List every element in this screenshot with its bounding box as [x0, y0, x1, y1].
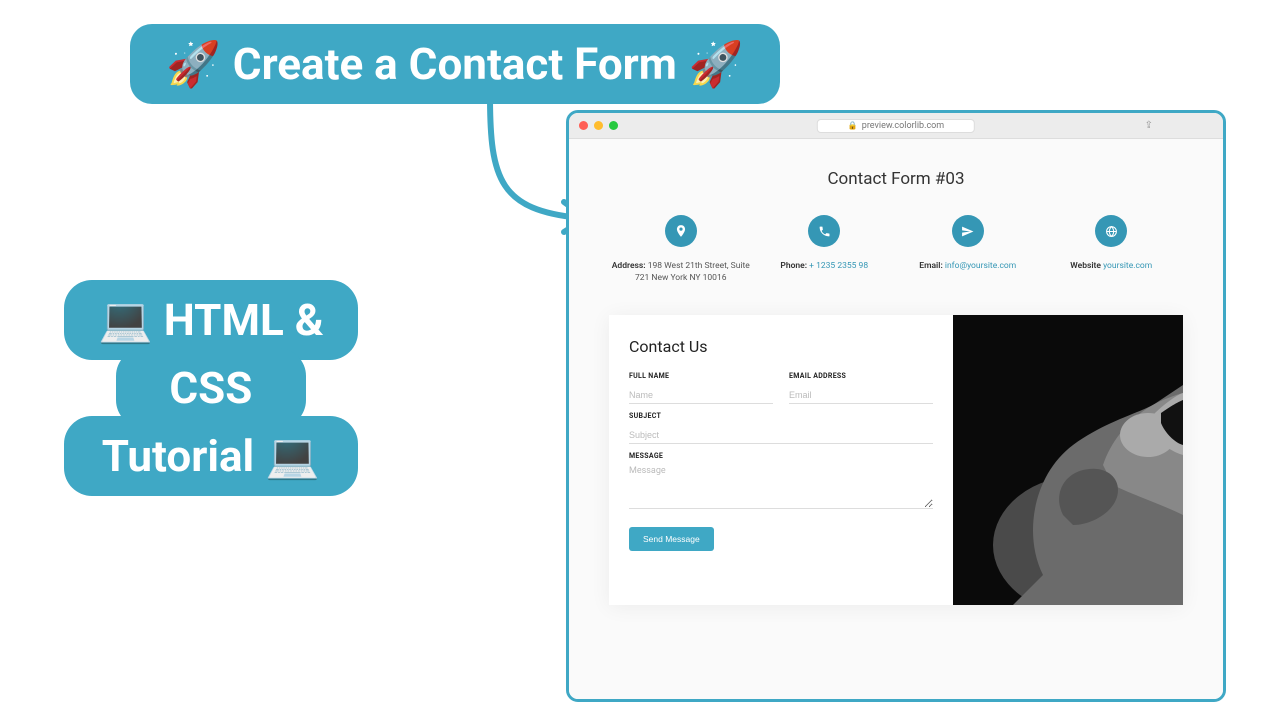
form-title: Contact Us — [629, 337, 933, 356]
info-value[interactable]: + 1235 2355 98 — [809, 261, 868, 271]
subhead-line1: HTML & — [164, 294, 324, 346]
info-label: Address: — [612, 261, 646, 271]
plane-icon — [952, 215, 984, 247]
contact-form: Contact Us FULL NAME EMAIL ADDRESS SUBJE… — [609, 315, 953, 605]
info-label: Website — [1070, 261, 1101, 271]
lock-icon: 🔒 — [848, 121, 858, 130]
message-input[interactable] — [629, 463, 933, 509]
maximize-icon[interactable] — [609, 121, 618, 130]
email-input[interactable] — [789, 387, 933, 404]
info-website: Website yoursite.com — [1040, 215, 1184, 285]
page-title: Contact Form #03 — [609, 169, 1183, 189]
subject-input[interactable] — [629, 427, 933, 444]
subhead-line3: Tutorial — [102, 430, 254, 482]
phone-icon — [808, 215, 840, 247]
field-label: SUBJECT — [629, 412, 933, 420]
globe-icon — [1095, 215, 1127, 247]
send-button[interactable]: Send Message — [629, 527, 714, 551]
field-label: MESSAGE — [629, 452, 933, 460]
headline-text: Create a Contact Form — [233, 38, 677, 90]
field-label: FULL NAME — [629, 372, 773, 380]
page-content: Contact Form #03 Address: 198 West 21th … — [569, 139, 1223, 699]
field-message: MESSAGE — [629, 452, 933, 513]
browser-titlebar: 🔒 preview.colorlib.com ⇪ — [569, 113, 1223, 139]
info-value[interactable]: info@yoursite.com — [945, 261, 1016, 271]
pin-icon — [665, 215, 697, 247]
info-email: Email: info@yoursite.com — [896, 215, 1040, 285]
info-address: Address: 198 West 21th Street, Suite 721… — [609, 215, 753, 285]
rocket-icon: 🚀 — [689, 38, 744, 90]
close-icon[interactable] — [579, 121, 588, 130]
subhead-line2: CSS — [169, 362, 252, 414]
url-text: preview.colorlib.com — [862, 121, 944, 131]
browser-window: 🔒 preview.colorlib.com ⇪ Contact Form #0… — [566, 110, 1226, 702]
info-value: 198 West 21th Street, Suite 721 New York… — [635, 261, 750, 283]
field-subject: SUBJECT — [629, 412, 933, 444]
laptop-icon: 💻 — [98, 294, 153, 346]
field-label: EMAIL ADDRESS — [789, 372, 933, 380]
laptop-icon: 💻 — [265, 430, 320, 482]
rocket-icon: 🚀 — [166, 38, 221, 90]
traffic-lights — [579, 121, 618, 130]
fullname-input[interactable] — [629, 387, 773, 404]
url-bar[interactable]: 🔒 preview.colorlib.com — [817, 119, 975, 133]
contact-card: Contact Us FULL NAME EMAIL ADDRESS SUBJE… — [609, 315, 1183, 605]
field-fullname: FULL NAME — [629, 372, 773, 404]
headline-badge: 🚀 Create a Contact Form 🚀 — [130, 24, 780, 104]
info-label: Email: — [919, 261, 942, 271]
info-phone: Phone: + 1235 2355 98 — [753, 215, 897, 285]
form-image — [953, 315, 1183, 605]
field-email: EMAIL ADDRESS — [789, 372, 933, 404]
info-value[interactable]: yoursite.com — [1103, 261, 1152, 271]
subhead-badge: 💻 HTML & CSS Tutorial 💻 — [64, 280, 358, 496]
info-label: Phone: — [780, 261, 807, 271]
share-icon[interactable]: ⇪ — [1145, 120, 1153, 131]
minimize-icon[interactable] — [594, 121, 603, 130]
contact-info-row: Address: 198 West 21th Street, Suite 721… — [609, 215, 1183, 285]
